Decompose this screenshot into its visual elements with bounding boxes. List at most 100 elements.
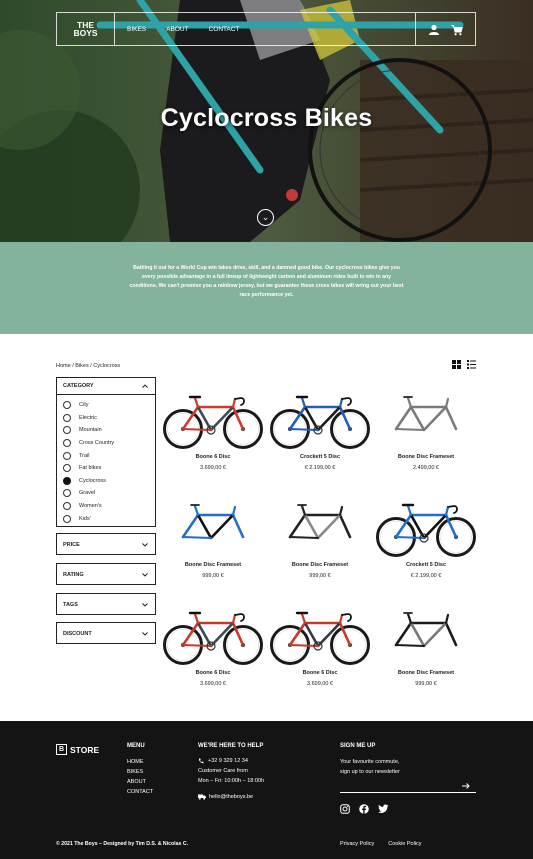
category-option[interactable]: Gravel: [63, 487, 149, 500]
category-option[interactable]: Electric: [63, 412, 149, 425]
chevron-down-icon: [142, 632, 148, 636]
arrow-right-icon[interactable]: [462, 783, 470, 789]
radio-button[interactable]: [63, 464, 71, 473]
footer-help-title: WE'RE HERE TO HELP: [198, 743, 264, 749]
category-option-label: Women's: [79, 503, 102, 510]
category-option[interactable]: Kids': [63, 512, 149, 525]
product-name[interactable]: Boone Disc Frameset: [163, 562, 263, 568]
footer-link-about[interactable]: ABOUT: [127, 777, 153, 787]
footer-link-home[interactable]: HOME: [127, 757, 153, 767]
footer-phone[interactable]: +32 9 329 12 34: [198, 756, 264, 766]
product-card[interactable]: Boone Disc Frameset 2.499,00 €: [376, 383, 476, 471]
scroll-down-button[interactable]: ⌄: [257, 209, 274, 226]
logo[interactable]: THE BOYS: [57, 13, 115, 45]
category-filter: CATEGORY City Electric Mountain Cross Count…: [56, 377, 156, 527]
product-card[interactable]: Boone 6 Disc 3.699,00 €: [163, 383, 263, 471]
truck-icon: [198, 794, 206, 800]
instagram-icon[interactable]: [340, 804, 350, 814]
grid-view-icon[interactable]: [452, 360, 461, 369]
twitter-icon[interactable]: [378, 804, 389, 814]
category-filter-header[interactable]: CATEGORY: [57, 378, 155, 395]
product-card[interactable]: Boone Disc Frameset 999,00 €: [376, 599, 476, 687]
product-price: € 2.199,00 €: [304, 465, 336, 471]
newsletter-email-input[interactable]: [340, 779, 476, 793]
nav-contact[interactable]: CONTACT: [209, 26, 240, 33]
hero-banner: THE BOYS BIKES ABOUT CONTACT Cyclocross …: [0, 0, 533, 242]
bike-image[interactable]: [163, 599, 263, 667]
frameset-image[interactable]: [376, 383, 476, 451]
user-icon[interactable]: [428, 24, 440, 36]
product-name[interactable]: Crockett 5 Disc: [270, 454, 370, 460]
category-option[interactable]: Fat bikes: [63, 462, 149, 475]
product-card[interactable]: Boone Disc Frameset 999,00 €: [270, 491, 370, 579]
product-name[interactable]: Boone Disc Frameset: [376, 454, 476, 460]
rating-filter[interactable]: RATING: [56, 563, 156, 585]
privacy-policy-link[interactable]: Privacy Policy: [340, 841, 374, 847]
product-price: € 2.199,00 €: [410, 573, 442, 579]
product-name[interactable]: Boone 6 Disc: [163, 670, 263, 676]
radio-button[interactable]: [63, 476, 71, 485]
product-name[interactable]: Boone Disc Frameset: [270, 562, 370, 568]
radio-button[interactable]: [63, 502, 71, 511]
product-card[interactable]: Boone 6 Disc 3.699,00 €: [163, 599, 263, 687]
footer-contact: +32 9 329 12 34 Customer Care from Mon –…: [198, 756, 264, 802]
radio-button[interactable]: [63, 426, 71, 435]
nav-bikes[interactable]: BIKES: [127, 26, 146, 33]
frameset-image[interactable]: [376, 599, 476, 667]
product-card[interactable]: Crockett 5 Disc € 2.199,00 €: [376, 491, 476, 579]
copyright: © 2021 The Boys – Designed by Tim D.S. &…: [56, 841, 189, 847]
nav-links: BIKES ABOUT CONTACT: [127, 26, 240, 33]
category-option[interactable]: Cyclocross: [63, 475, 149, 488]
product-card[interactable]: Boone Disc Frameset 999,00 €: [163, 491, 263, 579]
category-option[interactable]: Cross Country: [63, 437, 149, 450]
radio-button[interactable]: [63, 489, 71, 498]
radio-button[interactable]: [63, 401, 71, 410]
product-price: 999,00 €: [415, 681, 437, 687]
phone-icon: [198, 758, 204, 764]
list-view-icon[interactable]: [467, 360, 476, 369]
product-price: 2.499,00 €: [413, 465, 439, 471]
footer-email[interactable]: hello@theboys.be: [198, 792, 264, 802]
footer-link-bikes[interactable]: BIKES: [127, 767, 153, 777]
radio-button[interactable]: [63, 439, 71, 448]
radio-button[interactable]: [63, 413, 71, 422]
bike-image[interactable]: [270, 599, 370, 667]
product-name[interactable]: Boone 6 Disc: [163, 454, 263, 460]
radio-button[interactable]: [63, 451, 71, 460]
nav-about[interactable]: ABOUT: [166, 26, 188, 33]
category-option[interactable]: Mountain: [63, 424, 149, 437]
facebook-icon[interactable]: [359, 804, 369, 814]
footer-logo[interactable]: B STORE: [56, 744, 99, 755]
frameset-image[interactable]: [163, 491, 263, 559]
footer-link-contact[interactable]: CONTACT: [127, 787, 153, 797]
category-option[interactable]: Women's: [63, 500, 149, 513]
chevron-down-icon: ⌄: [261, 212, 270, 222]
product-name[interactable]: Boone Disc Frameset: [376, 670, 476, 676]
category-option-label: Cyclocross: [79, 477, 106, 484]
footer-care-label: Customer Care from: [198, 768, 248, 774]
category-option[interactable]: Trail: [63, 449, 149, 462]
breadcrumb[interactable]: Home / Bikes / Cyclocross: [56, 363, 120, 369]
price-filter[interactable]: PRICE: [56, 533, 156, 555]
radio-button[interactable]: [63, 514, 71, 523]
cookie-policy-link[interactable]: Cookie Policy: [388, 841, 421, 847]
product-card[interactable]: Crockett 5 Disc € 2.199,00 €: [270, 383, 370, 471]
category-option-label: Trail: [79, 452, 90, 459]
chevron-down-icon: [142, 603, 148, 607]
tags-filter[interactable]: TAGS: [56, 593, 156, 615]
category-option-label: Cross Country: [79, 440, 115, 447]
cart-icon[interactable]: [451, 24, 463, 36]
category-option[interactable]: City: [63, 399, 149, 412]
frameset-image[interactable]: [270, 491, 370, 559]
product-price: 999,00 €: [309, 573, 331, 579]
footer-signup-title: SIGN ME UP: [340, 743, 376, 749]
product-card[interactable]: Boone 6 Disc 3.699,00 €: [270, 599, 370, 687]
bike-image[interactable]: [376, 491, 476, 559]
product-name[interactable]: Crockett 5 Disc: [376, 562, 476, 568]
main-navbar: THE BOYS BIKES ABOUT CONTACT: [56, 12, 476, 46]
bike-image[interactable]: [270, 383, 370, 451]
footer: B STORE MENU HOME BIKES ABOUT CONTACT WE…: [0, 721, 533, 859]
discount-filter[interactable]: DISCOUNT: [56, 622, 156, 644]
bike-image[interactable]: [163, 383, 263, 451]
product-name[interactable]: Boone 6 Disc: [270, 670, 370, 676]
